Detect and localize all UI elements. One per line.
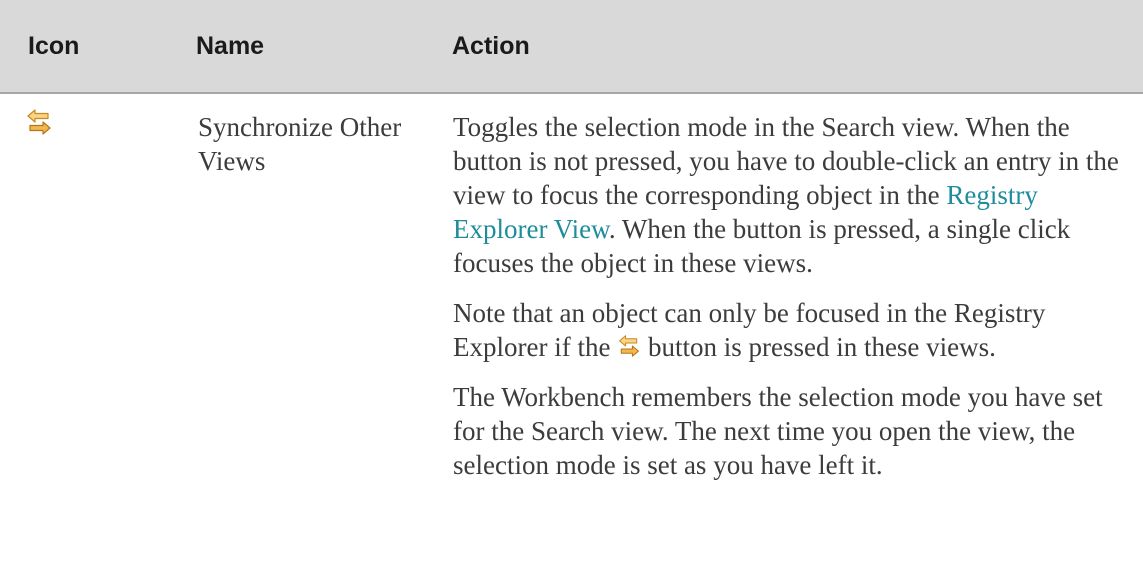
synchronize-icon <box>27 109 51 135</box>
header-action: Action <box>452 32 530 60</box>
row-action: Toggles the selection mode in the Search… <box>453 110 1133 498</box>
action-paragraph-2: Note that an object can only be focused … <box>453 296 1133 364</box>
action-paragraph-1: Toggles the selection mode in the Search… <box>453 110 1133 280</box>
header-icon: Icon <box>28 32 80 60</box>
action-paragraph-3: The Workbench remembers the selection mo… <box>453 382 1103 480</box>
action-p2-text-end: button is pressed in these views. <box>641 332 996 362</box>
header-name: Name <box>196 32 265 60</box>
table-header-row: Icon Name Action <box>0 0 1143 94</box>
row-name: Synchronize Other Views <box>198 112 402 176</box>
synchronize-inline-icon <box>619 335 640 357</box>
